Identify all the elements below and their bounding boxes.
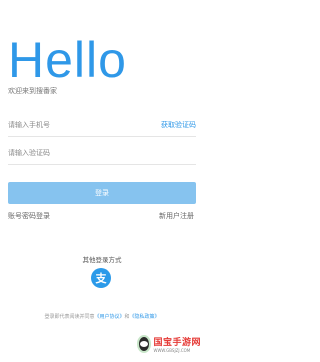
site-watermark: 国宝手游网 WWW.GBSJZJ.COM: [137, 330, 201, 358]
panda-logo-icon: [137, 335, 152, 353]
alipay-icon: 支: [95, 271, 107, 285]
verification-code-input[interactable]: [8, 144, 138, 161]
phone-input[interactable]: [8, 116, 138, 133]
hello-title: Hello: [8, 32, 127, 88]
watermark-url: WWW.GBSJZJ.COM: [153, 348, 191, 353]
privacy-policy-link[interactable]: 《隐私政策》: [130, 314, 160, 320]
welcome-subtitle: 欢迎来到搜番家: [8, 87, 57, 95]
get-code-button[interactable]: 获取验证码: [161, 120, 196, 130]
phone-field-row: 获取验证码: [8, 113, 196, 137]
agreement-text: 登录即代表阅读并同意《用户协议》和《隐私政策》: [0, 313, 204, 320]
alipay-login-button[interactable]: 支: [91, 268, 111, 288]
register-link[interactable]: 新用户注册: [159, 211, 194, 221]
watermark-name: 国宝手游网: [153, 338, 201, 348]
code-field-row: [8, 141, 196, 165]
user-agreement-link[interactable]: 《用户协议》: [94, 314, 124, 320]
password-login-link[interactable]: 账号密码登录: [8, 211, 50, 221]
other-login-title: 其他登录方式: [82, 256, 122, 264]
login-button[interactable]: 登录: [8, 182, 196, 204]
agreement-prefix: 登录即代表阅读并同意: [44, 314, 95, 320]
